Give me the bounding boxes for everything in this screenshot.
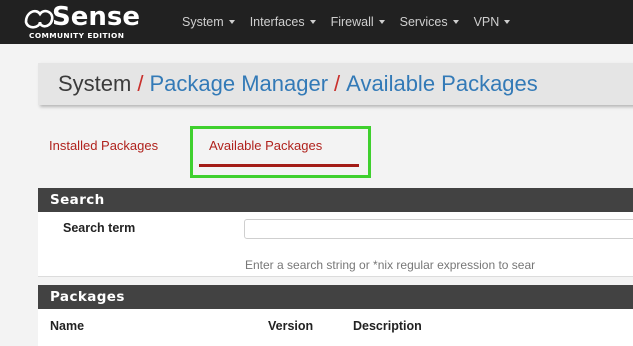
column-header-name[interactable]: Name [50,319,84,333]
top-navbar: Sense COMMUNITY EDITION System Interface… [0,0,633,44]
search-panel: Search Search term Enter a search string… [38,188,633,277]
menu-system-label: System [182,15,224,29]
breadcrumb-separator: / [137,71,144,96]
breadcrumb: System / Package Manager / Available Pac… [38,63,633,105]
search-term-label: Search term [63,221,136,235]
breadcrumb-system: System [58,71,132,96]
column-header-version[interactable]: Version [268,319,313,333]
caret-down-icon [504,20,511,24]
caret-down-icon [378,20,385,24]
highlight-annotation-box [190,126,371,178]
column-header-description[interactable]: Description [353,319,422,333]
menu-interfaces[interactable]: Interfaces [250,0,316,44]
menu-firewall[interactable]: Firewall [331,0,385,44]
menu-interfaces-label: Interfaces [249,15,305,29]
breadcrumb-package-manager[interactable]: Package Manager [149,71,328,97]
search-term-input[interactable] [244,219,633,239]
pfsense-logo[interactable]: Sense COMMUNITY EDITION [22,2,162,40]
menu-vpn-label: VPN [473,15,500,29]
caret-down-icon [228,20,235,24]
menu-vpn[interactable]: VPN [474,0,511,44]
caret-down-icon [452,20,459,24]
menu-services[interactable]: Services [400,0,459,44]
tab-installed-packages[interactable]: Installed Packages [49,138,158,153]
menu-firewall-label: Firewall [330,15,374,29]
packages-panel-heading: Packages [38,285,633,309]
search-help-text: Enter a search string or *nix regular ex… [245,258,536,272]
breadcrumb-available-packages[interactable]: Available Packages [346,71,538,97]
caret-down-icon [309,20,316,24]
brand-edition: COMMUNITY EDITION [29,31,125,40]
packages-panel: Packages Name Version Description [38,285,633,346]
menu-services-label: Services [399,15,448,29]
breadcrumb-separator: / [334,71,341,96]
main-menu: System Interfaces Firewall Services VPN [182,0,525,44]
brand-name: Sense [52,2,140,32]
search-panel-heading: Search [38,188,633,212]
menu-system[interactable]: System [182,0,235,44]
